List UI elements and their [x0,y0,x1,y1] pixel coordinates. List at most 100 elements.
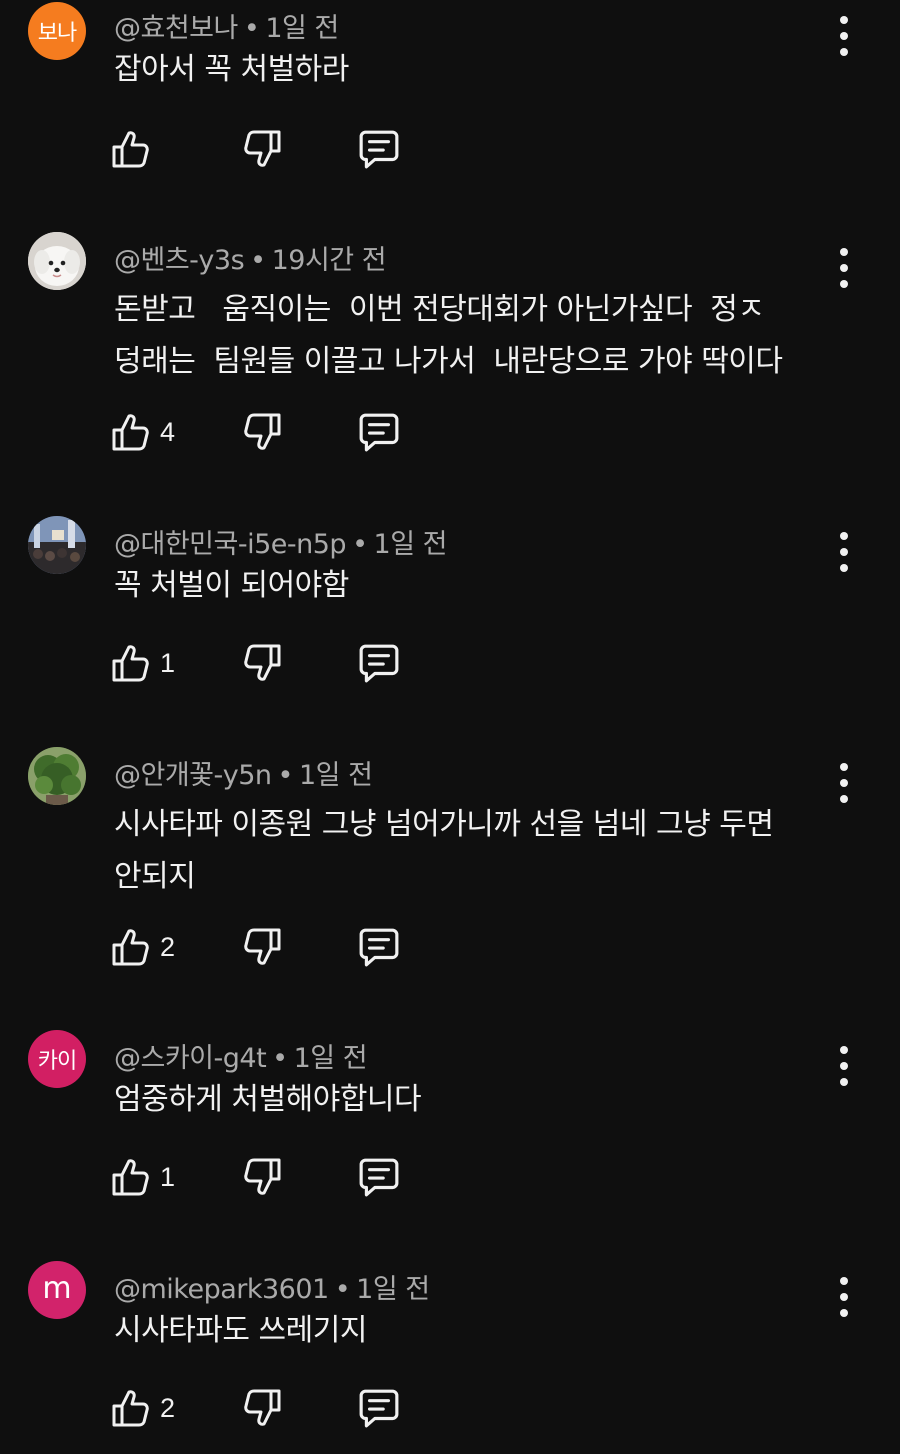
reply-button[interactable] [358,1155,400,1199]
comment-time[interactable]: 1일 전 [356,1274,430,1305]
dislike-button[interactable] [243,925,283,969]
dislike-button[interactable] [243,641,283,685]
dislike-icon [243,412,283,452]
more-options-button[interactable] [830,1046,858,1086]
reply-icon [358,128,400,170]
more-vert-icon-dot [840,564,848,572]
meta-separator: • [243,13,260,44]
dislike-icon [243,1388,283,1428]
avatar[interactable] [28,747,86,805]
like-icon [110,412,150,452]
avatar-initials: 보나 [37,21,77,46]
comment-meta: @벤츠-y3s • 19시간 전 [114,238,387,277]
like-icon [110,927,150,967]
meta-separator: • [277,760,294,791]
dislike-button[interactable] [243,1155,283,1199]
more-vert-icon-dot [840,779,848,787]
crowd-avatar-image [28,516,86,574]
avatar[interactable]: 보나 [28,2,86,60]
comment-time[interactable]: 1일 전 [265,13,339,44]
comment-time[interactable]: 19시간 전 [272,245,387,276]
more-vert-icon-dot [840,1062,848,1070]
comment-text: 돈받고 움직이는 이번 전당대회가 아닌가싶다 정ㅈ 덩래는 팀원들 이끌고 나… [114,292,783,379]
meta-separator: • [352,529,368,560]
comment-meta: @효천보나 • 1일 전 [114,6,339,45]
comment-author[interactable]: @스카이-g4t [114,1043,267,1074]
avatar[interactable] [28,516,86,574]
comment-author[interactable]: @벤츠-y3s [114,245,245,276]
comment-text: 엄중하게 처벌해야합니다 [114,1082,422,1117]
avatar[interactable]: 카이 [28,1030,86,1088]
like-count: 4 [160,416,176,447]
plant-avatar-image [28,747,86,805]
reply-button[interactable] [358,925,400,969]
reply-button[interactable] [358,127,400,171]
like-count: 2 [160,931,176,962]
comment-actions [110,127,430,171]
like-button[interactable]: 2 [110,925,175,969]
like-button[interactable]: 1 [110,641,175,685]
more-vert-icon [840,1277,848,1285]
like-count: 2 [160,1392,176,1423]
comment-meta: @mikepark3601 • 1일 전 [114,1267,430,1306]
comment-meta: @스카이-g4t • 1일 전 [114,1036,368,1075]
comment-author[interactable]: @효천보나 [114,13,238,44]
like-button[interactable] [110,127,160,171]
comment-meta: @대한민국-i5e-n5p • 1일 전 [114,522,447,561]
more-options-button[interactable] [830,532,858,572]
comment-actions: 2 [110,925,430,969]
meta-separator: • [272,1043,288,1074]
comment-meta: @안개꽃-y5n • 1일 전 [114,753,373,792]
dislike-icon [243,129,283,169]
meta-separator: • [334,1274,351,1305]
comment-author[interactable]: @안개꽃-y5n [114,760,272,791]
more-vert-icon [840,1046,848,1054]
avatar[interactable] [28,232,86,290]
dislike-icon [243,927,283,967]
like-button[interactable]: 4 [110,410,175,454]
like-icon [110,1157,150,1197]
dislike-button[interactable] [243,127,283,171]
comment-author[interactable]: @mikepark3601 [114,1274,329,1305]
more-options-button[interactable] [830,248,858,288]
comment-time[interactable]: 1일 전 [374,529,448,560]
reply-button[interactable] [358,1386,400,1430]
dislike-button[interactable] [243,1386,283,1430]
dislike-icon [243,1157,283,1197]
more-options-button[interactable] [830,763,858,803]
like-count: 1 [160,1161,176,1192]
comment-text: 꼭 처벌이 되어야함 [114,568,349,603]
more-options-button[interactable] [830,1277,858,1317]
more-vert-icon-dot [840,795,848,803]
more-vert-icon-dot [840,264,848,272]
like-icon [110,643,150,683]
more-vert-icon-dot [840,1293,848,1301]
dislike-button[interactable] [243,410,283,454]
comment-actions: 2 [110,1386,430,1430]
avatar[interactable]: m [28,1261,86,1319]
comment-text: 시사타파도 쓰레기지 [114,1313,367,1348]
like-button[interactable]: 2 [110,1386,175,1430]
reply-button[interactable] [358,641,400,685]
like-icon [110,129,150,169]
reply-icon [358,642,400,684]
reply-icon [358,1387,400,1429]
more-vert-icon [840,763,848,771]
comment-author[interactable]: @대한민국-i5e-n5p [114,529,347,560]
comment-actions: 1 [110,641,430,685]
more-vert-icon-dot [840,1078,848,1086]
reply-icon [358,411,400,453]
more-vert-icon-dot [840,1309,848,1317]
more-options-button[interactable] [830,16,858,56]
avatar-initials: m [42,1271,72,1306]
like-button[interactable]: 1 [110,1155,175,1199]
reply-button[interactable] [358,410,400,454]
more-vert-icon-dot [840,32,848,40]
comment-time[interactable]: 1일 전 [299,760,373,791]
comment-actions: 4 [110,410,430,454]
reply-icon [358,926,400,968]
puppy-avatar-image [28,232,86,290]
comment-text: 잡아서 꼭 처벌하라 [114,52,349,87]
more-vert-icon-dot [840,280,848,288]
comment-time[interactable]: 1일 전 [294,1043,368,1074]
